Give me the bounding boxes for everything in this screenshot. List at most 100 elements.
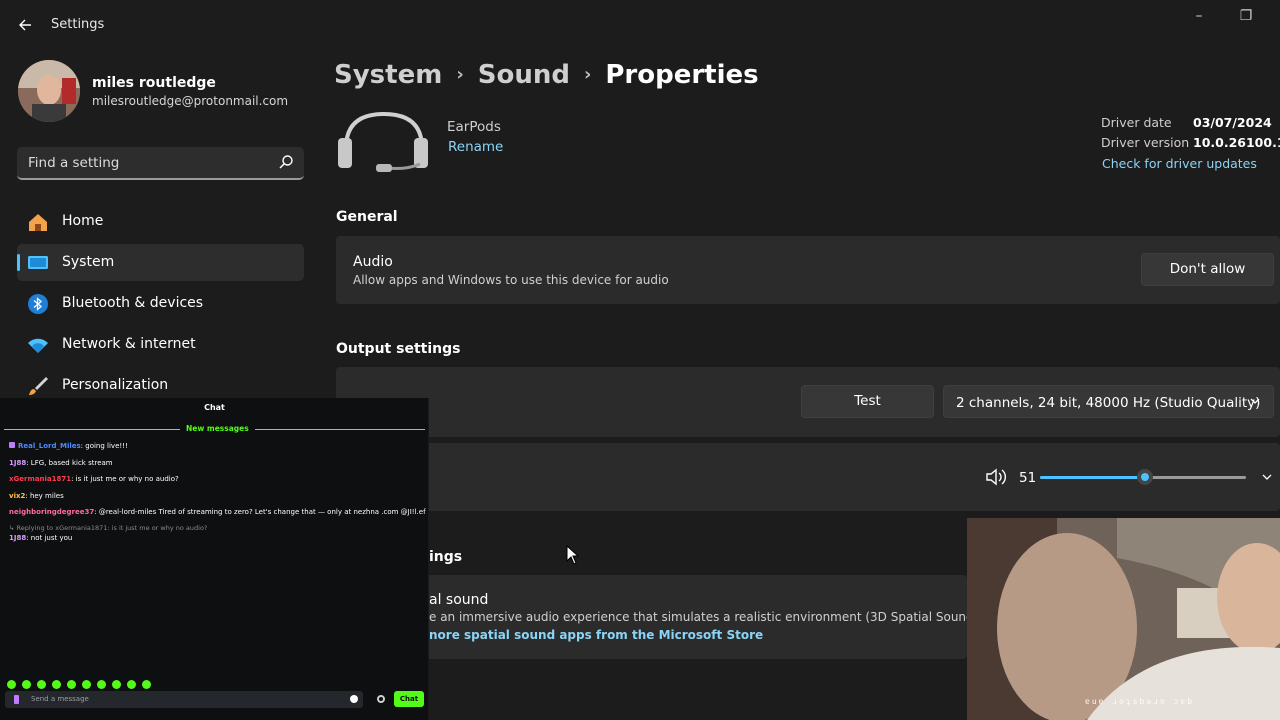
audio-description: Allow apps and Windows to use this devic… (353, 273, 669, 287)
breadcrumb-separator: › (583, 64, 592, 85)
breadcrumb: System › Sound › Properties (334, 60, 759, 90)
format-card: Test 2 channels, 24 bit, 48000 Hz (Studi… (336, 367, 1280, 437)
emote-icon[interactable] (127, 680, 136, 689)
reply-context: ↳ Replying to xGermania1871: is it just … (9, 524, 207, 532)
brush-icon (29, 377, 48, 395)
emote-icon[interactable] (7, 680, 16, 689)
output-settings-heading: Output settings (336, 341, 461, 357)
minimize-button[interactable]: – (1188, 8, 1210, 26)
page-title: Properties (605, 60, 759, 90)
emote-icon[interactable] (112, 680, 121, 689)
chat-username[interactable]: Real_Lord_Miles (18, 442, 81, 450)
emote-icon[interactable] (142, 680, 151, 689)
microsoft-store-link[interactable]: nore spatial sound apps from the Microso… (429, 628, 763, 642)
chat-username[interactable]: 1J88 (9, 459, 26, 467)
search-icon[interactable] (278, 154, 294, 170)
webcam-overlay (967, 518, 1280, 720)
badge-icon (9, 442, 15, 448)
gear-icon[interactable] (377, 695, 385, 703)
chat-message-input[interactable]: Send a message (5, 691, 363, 708)
breadcrumb-sound[interactable]: Sound (478, 60, 570, 90)
title-bar: Settings – ❐ (0, 0, 1280, 50)
chat-username[interactable]: xGermania1871 (9, 475, 71, 483)
sidebar-item-label: System (62, 254, 115, 270)
breadcrumb-separator: › (456, 64, 464, 85)
stream-chat-overlay: Chat New messages Real_Lord_Miles: going… (0, 398, 429, 720)
sidebar-item-home[interactable]: Home (17, 203, 304, 240)
format-value: 2 channels, 24 bit, 48000 Hz (Studio Qua… (956, 395, 1261, 411)
sidebar-item-network[interactable]: Network & internet (17, 326, 304, 363)
reply-icon: ↳ (9, 524, 17, 532)
audio-card: Audio Allow apps and Windows to use this… (336, 236, 1280, 304)
search-box[interactable] (17, 147, 304, 180)
volume-slider[interactable] (1040, 469, 1246, 485)
active-indicator (17, 254, 20, 271)
format-dropdown[interactable]: 2 channels, 24 bit, 48000 Hz (Studio Qua… (943, 385, 1274, 418)
spatial-heading: ings (429, 549, 463, 565)
device-name: EarPods (447, 119, 501, 135)
spatial-sound-description: e an immersive audio experience that sim… (429, 610, 979, 624)
volume-value: 51 (1019, 470, 1037, 486)
chat-text: : @real-lord-miles Tired of streaming to… (94, 508, 426, 516)
chat-message: 1J88: LFG, based kick stream (9, 459, 113, 467)
sidebar-item-label: Bluetooth & devices (62, 295, 204, 311)
reply-context-text: Replying to xGermania1871: is it just me… (16, 524, 208, 532)
chat-text: : going live!!! (80, 442, 128, 450)
chat-header: Chat (204, 403, 225, 412)
chat-text: : not just you (26, 534, 73, 542)
sidebar-item-label: Home (62, 213, 104, 229)
chat-message: 1J88: not just you (9, 534, 72, 542)
chevron-down-icon[interactable] (1261, 471, 1273, 483)
sidebar-item-label: Personalization (62, 377, 169, 393)
home-icon (29, 214, 47, 231)
emote-icon[interactable] (82, 680, 91, 689)
chevron-down-icon (1250, 398, 1260, 404)
emote-icon[interactable] (52, 680, 61, 689)
sidebar-item-bluetooth[interactable]: Bluetooth & devices (17, 285, 304, 322)
driver-version-value: 10.0.26100.1150 (1193, 135, 1280, 150)
chat-message: vix2: hey miles (9, 492, 64, 500)
volume-slider-thumb[interactable] (1137, 469, 1154, 485)
chat-username[interactable]: 1J88 (9, 534, 26, 542)
system-icon (28, 256, 48, 269)
chat-text: : hey miles (25, 492, 64, 500)
headset-icon (338, 111, 428, 172)
sidebar-item-label: Network & internet (62, 336, 196, 352)
new-messages-label: New messages (180, 424, 255, 433)
audio-title: Audio (353, 254, 393, 270)
chat-username[interactable]: neighboringdegree37 (9, 508, 94, 516)
emote-icon[interactable] (37, 680, 46, 689)
chat-username[interactable]: vix2 (9, 492, 25, 500)
webcam-caption: ɐuɐ ɹoʇsbǝɹo ɔɐb (1085, 697, 1195, 706)
app-title: Settings (51, 17, 105, 32)
user-email: milesroutledge@protonmail.com (92, 94, 289, 108)
maximize-button[interactable]: ❐ (1235, 8, 1257, 26)
speaker-icon[interactable] (985, 467, 1007, 487)
driver-date-label: Driver date (1101, 115, 1172, 130)
driver-version-label: Driver version (1101, 135, 1190, 150)
sidebar-item-system[interactable]: System (17, 244, 304, 281)
search-input[interactable] (28, 147, 268, 178)
emote-icon[interactable] (67, 680, 76, 689)
spatial-sound-card: al sound e an immersive audio experience… (336, 575, 978, 659)
test-button[interactable]: Test (801, 385, 934, 418)
check-driver-updates-link[interactable]: Check for driver updates (1102, 156, 1257, 171)
emote-icon[interactable] (22, 680, 31, 689)
driver-date-value: 03/07/2024 (1193, 115, 1272, 130)
breadcrumb-system[interactable]: System (334, 60, 442, 90)
chat-message: xGermania1871: is it just me or why no a… (9, 475, 179, 483)
chat-message: Real_Lord_Miles: going live!!! (9, 442, 128, 450)
avatar[interactable] (18, 60, 80, 122)
rename-link[interactable]: Rename (448, 139, 503, 155)
chat-text: : LFG, based kick stream (26, 459, 113, 467)
chat-input-placeholder: Send a message (31, 695, 89, 703)
bluetooth-icon (28, 294, 48, 314)
emote-icon[interactable] (97, 680, 106, 689)
user-name: miles routledge (92, 75, 216, 91)
general-heading: General (336, 209, 398, 225)
dont-allow-button[interactable]: Don't allow (1141, 253, 1274, 286)
emoji-icon[interactable] (350, 695, 358, 703)
webcam-feed (967, 518, 1280, 720)
chat-send-button[interactable]: Chat (394, 691, 424, 707)
back-arrow-icon[interactable] (14, 14, 36, 36)
